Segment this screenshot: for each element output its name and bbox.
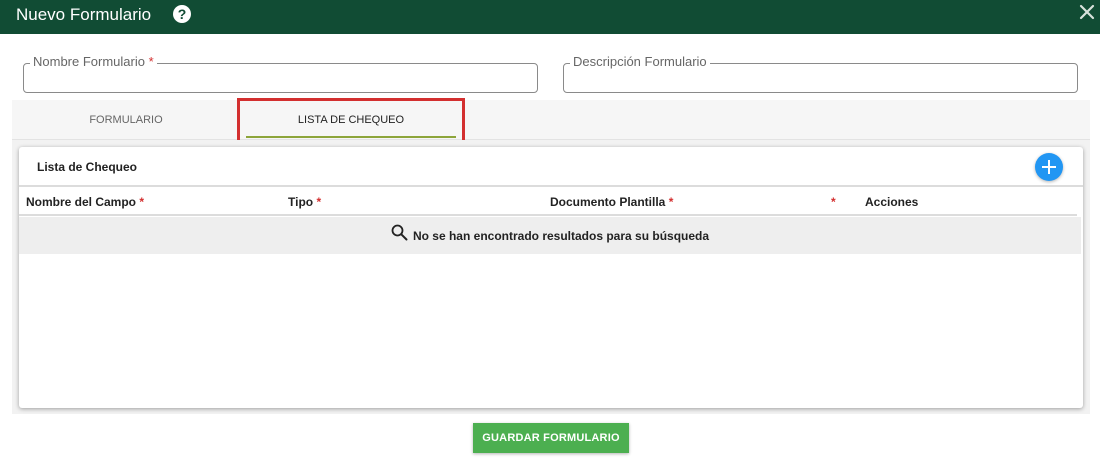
tab-bar: FORMULARIO LISTA DE CHEQUEO xyxy=(12,100,1090,140)
tab-lista-de-chequeo[interactable]: LISTA DE CHEQUEO xyxy=(240,100,462,140)
table-header: Nombre del Campo * Tipo * Documento Plan… xyxy=(19,187,1077,216)
empty-results-row: No se han encontrado resultados para su … xyxy=(19,217,1081,254)
required-mark: * xyxy=(148,54,154,69)
help-icon[interactable]: ? xyxy=(173,5,191,23)
form-name-field[interactable]: Nombre Formulario * xyxy=(23,54,538,93)
checklist-title: Lista de Chequeo xyxy=(37,160,138,174)
search-icon xyxy=(391,224,408,241)
checklist-card: Lista de Chequeo Nombre del Campo * Tipo… xyxy=(19,147,1083,408)
form-description-field[interactable]: Descripción Formulario xyxy=(563,54,1078,93)
form-description-input[interactable] xyxy=(572,68,1069,88)
active-tab-indicator xyxy=(246,136,456,138)
column-header-tipo[interactable]: Tipo * xyxy=(288,195,321,209)
save-form-button[interactable]: GUARDAR FORMULARIO xyxy=(473,423,629,453)
column-header-acciones: Acciones xyxy=(865,195,919,209)
dialog-header: Nuevo Formulario ? xyxy=(0,0,1100,34)
dialog-title: Nuevo Formulario xyxy=(16,5,152,24)
tab-formulario-label: FORMULARIO xyxy=(89,114,163,126)
tab-lista-de-chequeo-label: LISTA DE CHEQUEO xyxy=(297,114,405,126)
form-name-input[interactable] xyxy=(32,68,529,88)
column-header-documento-plantilla[interactable]: Documento Plantilla * xyxy=(550,195,673,209)
close-icon[interactable] xyxy=(1078,3,1096,21)
tab-formulario[interactable]: FORMULARIO xyxy=(12,100,240,140)
empty-results-message: No se han encontrado resultados para su … xyxy=(412,228,710,243)
column-header-nombre-del-campo[interactable]: Nombre del Campo * xyxy=(26,195,144,209)
column-header-required: * xyxy=(831,195,836,209)
add-icon[interactable] xyxy=(1035,153,1063,181)
